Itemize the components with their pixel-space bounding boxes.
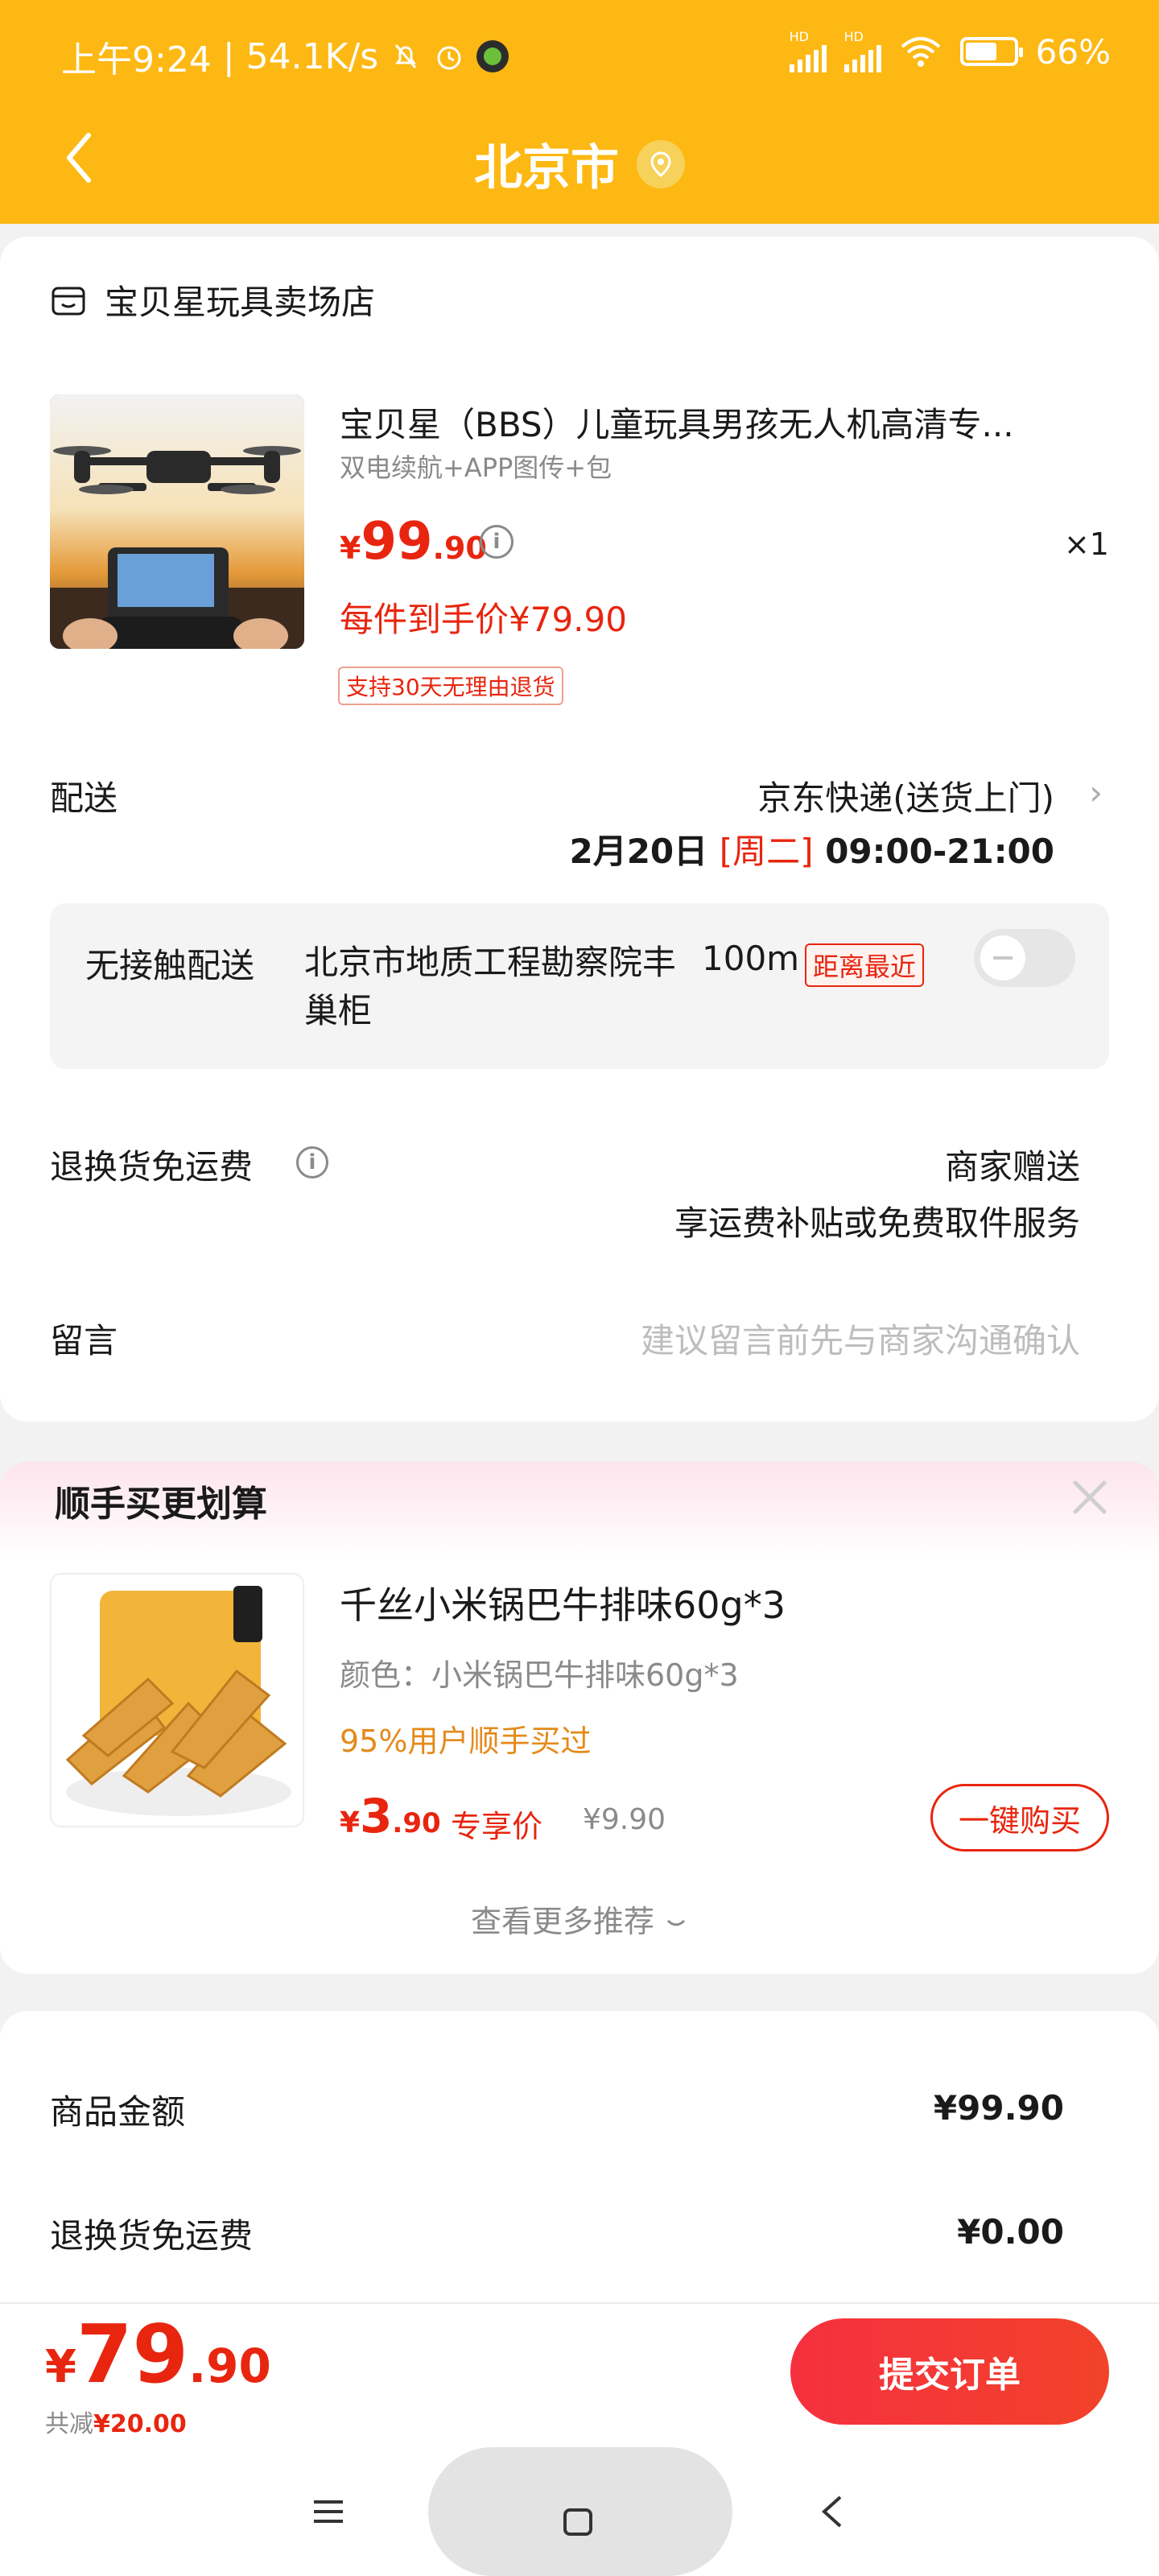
recommend-item-name[interactable]: 千丝小米锅巴牛排味60g*3	[340, 1576, 786, 1629]
more-recommend-link[interactable]: 查看更多推荐	[0, 1897, 1159, 1941]
store-icon	[52, 287, 85, 315]
exchange-fee-label: 退换货免运费	[50, 2216, 254, 2256]
recommend-item-color: 颜色：小米锅巴牛排味60g*3	[340, 1657, 739, 1693]
status-bar: 上午9:24 | 54.1K/s HD HD 66%	[61, 29, 1111, 81]
original-price: ¥9.90	[583, 1803, 666, 1836]
contactless-delivery-box: 无接触配送 北京市地质工程勘察院丰巢柜 100m 距离最近	[50, 903, 1109, 1069]
nav-bar: 北京市	[0, 105, 1159, 209]
exchange-fee-value: ¥0.00	[957, 2212, 1064, 2252]
chevron-right-icon[interactable]: ›	[1089, 773, 1103, 812]
recommend-title: 顺手买更划算	[55, 1484, 267, 1525]
exchange-info-icon[interactable]: i	[296, 1146, 328, 1179]
toggle-knob	[980, 935, 1025, 980]
location-selector[interactable]: 北京市	[474, 129, 685, 199]
recommend-item-bought: 95%用户顺手买过	[340, 1724, 592, 1759]
menu-icon[interactable]	[312, 2499, 344, 2524]
store-row[interactable]: 宝贝星玩具卖场店	[50, 275, 375, 324]
chevron-down-icon	[666, 1919, 686, 1926]
home-button[interactable]	[428, 2447, 732, 2576]
wechat-icon	[476, 40, 509, 72]
exchange-value: 商家赠送	[944, 1147, 1080, 1187]
discount-total: 共减¥20.00	[45, 2410, 187, 2438]
product-spec: 双电续航+APP图传+包	[340, 452, 612, 483]
product-title[interactable]: 宝贝星（BBS）儿童玩具男孩无人机高清专...	[340, 398, 1112, 447]
return-policy-badge: 支持30天无理由退货	[338, 667, 563, 705]
product-price: ¥99.90	[340, 512, 487, 572]
recommend-item-image[interactable]	[50, 1573, 304, 1827]
shipping-carrier[interactable]: 京东快递(送货上门)	[757, 771, 1054, 820]
exchange-desc: 享运费补贴或免费取件服务	[674, 1203, 1080, 1243]
alarm-icon	[437, 46, 461, 70]
signal-icon	[789, 43, 827, 72]
product-image[interactable]	[50, 394, 304, 649]
submit-order-button[interactable]: 提交订单	[790, 2318, 1109, 2425]
one-click-buy-button[interactable]: 一键购买	[930, 1784, 1109, 1852]
bell-muted-icon	[395, 44, 417, 68]
quantity: ×1	[1063, 526, 1109, 562]
location-pin-icon	[637, 139, 685, 188]
status-time: 上午9:24	[61, 39, 212, 80]
message-label: 留言	[50, 1321, 118, 1360]
summary-card	[0, 2011, 1159, 2349]
store-name: 宝贝星玩具卖场店	[105, 283, 376, 322]
pickup-locker-address: 北京市地质工程勘察院丰巢柜	[304, 943, 677, 1030]
contactless-toggle[interactable]	[974, 929, 1075, 987]
price-info-icon[interactable]: i	[480, 525, 514, 559]
network-speed: 54.1K/s	[245, 35, 379, 77]
items-amount-value: ¥99.90	[933, 2088, 1064, 2128]
battery-level: 66%	[1035, 31, 1111, 72]
home-icon	[563, 2508, 592, 2536]
nearest-badge: 距离最近	[805, 943, 925, 987]
total-price: ¥79.90	[45, 2307, 271, 2401]
shipping-date: 2月20日 [周二] 09:00-21:00	[569, 832, 1054, 871]
pickup-distance: 100m	[702, 939, 800, 978]
items-amount-label: 商品金额	[50, 2092, 186, 2132]
exchange-label: 退换货免运费	[50, 1147, 254, 1187]
signal-icon	[843, 43, 881, 72]
page-title: 北京市	[474, 140, 619, 196]
signal-1-label: HD	[789, 29, 809, 44]
exclusive-price-label: 专享价	[451, 1809, 543, 1844]
contactless-label: 无接触配送	[85, 946, 255, 985]
close-icon[interactable]	[1066, 1473, 1114, 1521]
signal-2-label: HD	[843, 29, 864, 44]
back-icon[interactable]	[815, 2475, 847, 2547]
final-price: 每件到手价¥79.90	[340, 600, 627, 639]
message-input[interactable]: 建议留言前先与商家沟通确认	[641, 1314, 1080, 1363]
battery-icon	[959, 37, 1023, 66]
recommend-item-price: ¥3.90	[340, 1789, 441, 1843]
wifi-icon	[901, 37, 940, 67]
shipping-label: 配送	[50, 778, 118, 818]
